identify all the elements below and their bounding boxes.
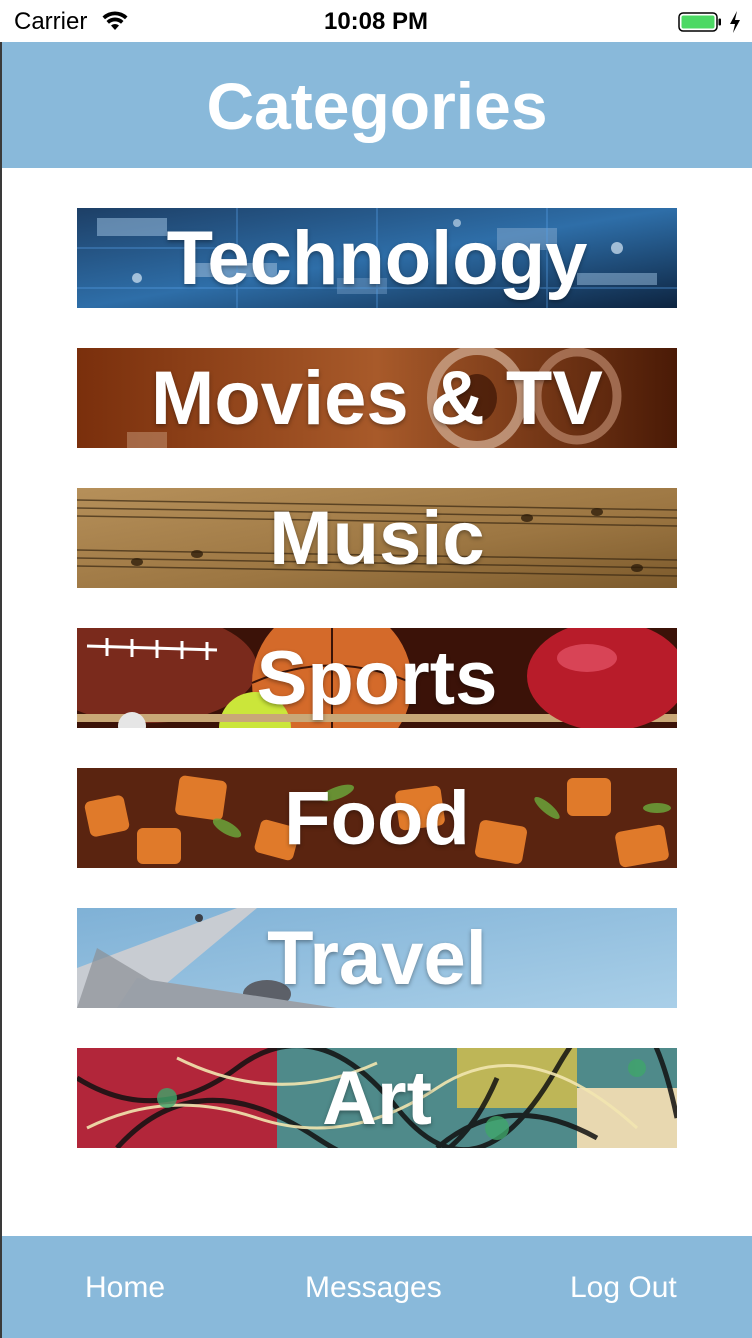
screen-edge — [0, 0, 2, 1338]
category-label: Travel — [267, 916, 487, 1001]
page-title: Categories — [206, 69, 548, 143]
bottom-tab-bar: Home Messages Log Out — [2, 1236, 752, 1338]
status-time: 10:08 PM — [323, 8, 429, 35]
category-tile-sports[interactable]: Sports — [77, 628, 677, 728]
category-tile-art[interactable]: Art — [77, 1048, 677, 1148]
screen: Carrier 10:08 PM Categories Technology M… — [0, 0, 752, 1338]
tab-home[interactable]: Home — [85, 1270, 165, 1306]
category-label: Technology — [166, 216, 588, 301]
category-tile-music[interactable]: Music — [77, 488, 677, 588]
category-tile-food[interactable]: Food — [77, 768, 677, 868]
category-label: Art — [322, 1056, 432, 1141]
status-bar: Carrier 10:08 PM — [0, 0, 752, 42]
category-label: Sports — [256, 636, 498, 721]
category-label: Movies & TV — [151, 356, 603, 441]
category-tile-movies-tv[interactable]: Movies & TV — [77, 348, 677, 448]
category-label: Music — [269, 496, 485, 581]
category-label: Food — [284, 776, 470, 861]
category-tile-travel[interactable]: Travel — [77, 908, 677, 1008]
tab-messages[interactable]: Messages — [305, 1270, 442, 1306]
category-list: Technology Movies & TV Music Sports Food… — [77, 208, 677, 1188]
tab-log-out[interactable]: Log Out — [570, 1270, 677, 1306]
battery-full-icon — [678, 12, 721, 32]
nav-header: Categories — [2, 42, 752, 168]
charging-bolt-icon — [730, 11, 740, 33]
category-tile-technology[interactable]: Technology — [77, 208, 677, 308]
